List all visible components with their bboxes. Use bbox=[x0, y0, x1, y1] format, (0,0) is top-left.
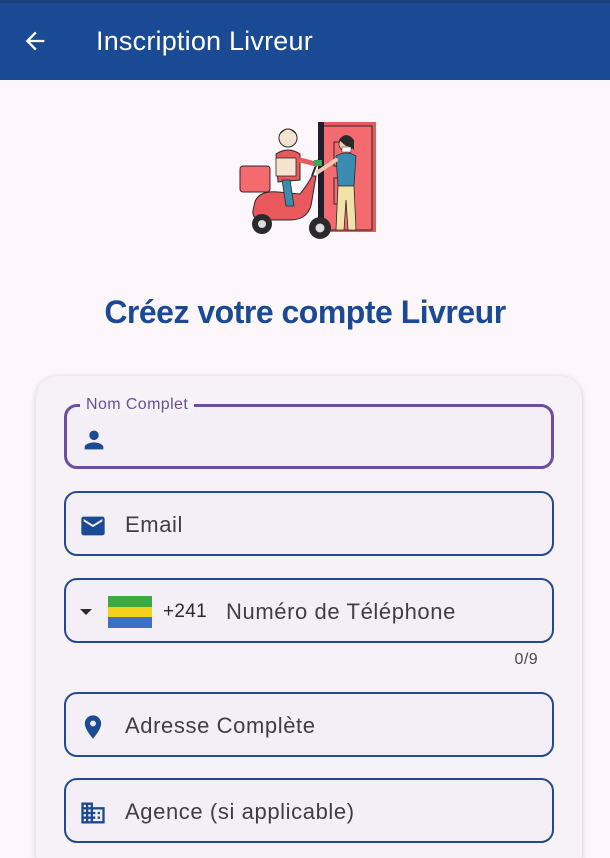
address-placeholder: Adresse Complète bbox=[125, 713, 316, 738]
agency-placeholder: Agence (si applicable) bbox=[125, 799, 355, 824]
building-icon bbox=[79, 799, 107, 827]
phone-field[interactable]: +241 Numéro de Téléphone bbox=[64, 578, 554, 643]
location-pin-icon bbox=[79, 713, 107, 741]
phone-placeholder: Numéro de Téléphone bbox=[226, 599, 456, 624]
full-name-label: Nom Complet bbox=[80, 396, 195, 414]
arrow-left-icon bbox=[25, 31, 45, 51]
gabon-flag-icon bbox=[108, 596, 152, 629]
back-button[interactable] bbox=[18, 24, 52, 58]
delivery-scooter-illustration bbox=[239, 122, 376, 239]
dropdown-caret-icon bbox=[80, 609, 92, 615]
email-placeholder: Email bbox=[125, 512, 184, 537]
form-heading: Créez votre compte Livreur bbox=[104, 294, 506, 330]
page-title: Inscription Livreur bbox=[96, 26, 313, 56]
email-field[interactable]: Email bbox=[64, 491, 554, 556]
mail-icon bbox=[79, 512, 107, 540]
status-strip bbox=[0, 0, 610, 3]
dial-code: +241 bbox=[163, 601, 207, 622]
country-code-selector[interactable]: +241 bbox=[76, 596, 207, 629]
address-field[interactable]: Adresse Complète bbox=[64, 692, 554, 757]
person-icon bbox=[80, 426, 108, 454]
phone-char-counter: 0/9 bbox=[514, 651, 538, 668]
agency-field[interactable]: Agence (si applicable) bbox=[64, 778, 554, 843]
app-bar: Inscription Livreur bbox=[0, 0, 610, 80]
